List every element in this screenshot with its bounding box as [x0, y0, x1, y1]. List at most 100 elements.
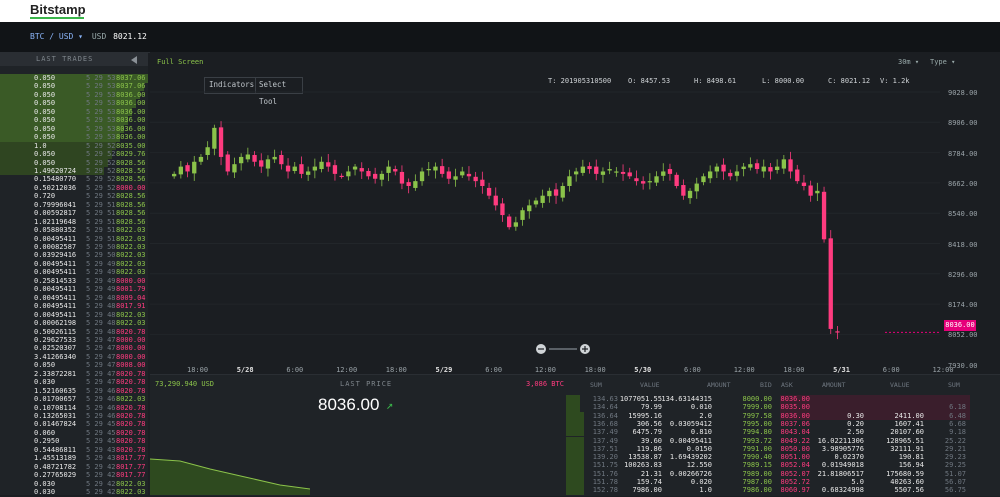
x-axis-tick: 18:00	[385, 366, 407, 374]
brand-logo[interactable]: Bitstamp	[30, 2, 86, 17]
trade-price: 8022.03	[116, 319, 146, 328]
candlestick-series	[150, 91, 940, 340]
trade-row: 0.03929416 5 29 50 8022.03	[0, 251, 148, 260]
candle-body	[178, 166, 183, 175]
last-trades-header: LAST TRADES	[0, 52, 148, 66]
pair-selector[interactable]: BTC / USD ▾ USD 8021.12	[30, 32, 147, 41]
candle-body	[674, 174, 679, 186]
trade-row: 0.27765029 5 29 42 8017.77	[0, 471, 148, 480]
trade-price: 8020.78	[116, 369, 146, 378]
chevron-down-icon[interactable]: ▾	[947, 58, 955, 66]
trade-amount: 0.050	[34, 116, 56, 125]
pair-currency: USD	[91, 32, 107, 41]
candle-body	[419, 171, 425, 182]
trade-price: 8036.00	[116, 124, 146, 133]
trade-amount: 0.00495411	[34, 310, 77, 319]
candle-body	[661, 171, 666, 176]
bid-amount: 0.00495411	[669, 436, 712, 445]
x-axis-tick: 5/28	[236, 366, 254, 374]
candle-body	[701, 176, 706, 183]
last-trades-title: LAST TRADES	[36, 55, 94, 63]
trade-time: 5 29 53	[86, 74, 116, 82]
trade-amount: 0.00495411	[34, 234, 77, 243]
bid-amount: 0.010	[690, 403, 712, 412]
trade-row: 0.25814533 5 29 49 8000.00	[0, 277, 148, 286]
trade-row: 0.00495411 5 29 51 8022.03	[0, 235, 148, 244]
ask-sum: 56.07	[944, 478, 966, 486]
collapse-icon[interactable]	[131, 56, 137, 64]
trade-amount: 0.030	[34, 488, 56, 497]
trade-time: 5 29 53	[86, 82, 116, 91]
trade-time: 5 29 51	[86, 217, 116, 226]
y-axis-tick: 8906.00	[948, 119, 978, 128]
trade-amount: 0.00495411	[34, 285, 77, 294]
trade-price: 8009.04	[116, 293, 146, 302]
trade-amount: 0.01700657	[34, 395, 77, 404]
candle-body	[533, 200, 539, 205]
bid-amount: 134.63144315	[661, 395, 712, 403]
candle-body	[359, 168, 364, 172]
trade-time: 5 29 52	[86, 192, 116, 201]
candle-body	[647, 181, 652, 183]
trade-row: 0.13265031 5 29 46 8020.78	[0, 412, 148, 421]
candle-body	[198, 156, 204, 162]
trade-price: 8022.03	[116, 259, 146, 268]
candle-body	[587, 166, 592, 170]
chevron-down-icon[interactable]: ▾	[73, 32, 83, 41]
ask-price: 8049.22	[780, 436, 810, 445]
ask-amount: 0.68324998	[821, 486, 864, 495]
ask-amount: 5.0	[851, 478, 864, 486]
candle-body	[346, 171, 351, 177]
ask-price: 8052.72	[780, 478, 810, 486]
candle-body	[413, 181, 418, 188]
bid-value: 13538.87	[628, 453, 662, 462]
candle-body	[185, 165, 190, 172]
ask-amount: 0.02370	[834, 453, 864, 462]
x-axis-tick: 5/31	[833, 366, 850, 374]
candle-body	[627, 172, 632, 177]
trade-amount: 0.00495411	[34, 302, 77, 311]
trade-time: 5 29 42	[86, 462, 116, 471]
candle-body	[265, 159, 271, 169]
trade-price: 8022.03	[116, 251, 146, 260]
candle-body	[540, 195, 545, 203]
bid-amount: 2.0	[699, 411, 712, 420]
zoom-control[interactable]	[535, 342, 591, 356]
trade-price: 8022.03	[116, 479, 146, 488]
candle-body	[560, 185, 565, 198]
trade-time: 5 29 47	[86, 335, 116, 344]
ask-sum: 56.75	[944, 486, 966, 495]
bid-value: 21.31	[640, 469, 662, 478]
trade-price: 8017.77	[116, 454, 146, 463]
trade-time: 5 29 49	[86, 276, 116, 285]
ask-amount: 3.98905776	[821, 444, 864, 453]
candle-body	[574, 171, 579, 175]
x-axis-tick: 6:00	[485, 366, 503, 374]
trade-time: 5 29 50	[86, 243, 116, 251]
trade-time: 5 29 47	[86, 369, 116, 378]
bid-value: 1077051.55	[619, 395, 662, 403]
candle-body	[239, 156, 244, 164]
trade-time: 5 29 52	[86, 166, 116, 175]
candle-body	[493, 195, 498, 206]
trade-row: 0.050 5 29 53 8036.00	[0, 107, 148, 117]
candle-body	[433, 166, 438, 171]
zoom-slider[interactable]	[549, 348, 577, 350]
trade-row: 0.050 5 29 53 8037.06	[0, 74, 148, 83]
trade-time: 5 29 49	[86, 285, 116, 294]
candle-body	[252, 154, 257, 162]
trade-price: 8037.06	[116, 82, 146, 91]
ask-price: 8036.00	[780, 411, 810, 420]
candle-body	[775, 166, 780, 171]
trade-row: 0.2950 5 29 45 8020.78	[0, 437, 148, 446]
candle-body	[339, 175, 344, 178]
pair-label[interactable]: BTC / USD	[30, 32, 73, 41]
candle-body	[486, 187, 492, 196]
trade-amount: 0.720	[34, 192, 56, 201]
trade-amount: 0.030	[34, 378, 56, 387]
trade-amount: 0.050	[34, 133, 56, 142]
trade-time: 5 29 42	[86, 479, 116, 488]
y-axis-tick: 8174.00	[948, 301, 978, 310]
trade-price: 8017.91	[116, 302, 146, 311]
trade-price: 8022.03	[116, 310, 146, 319]
